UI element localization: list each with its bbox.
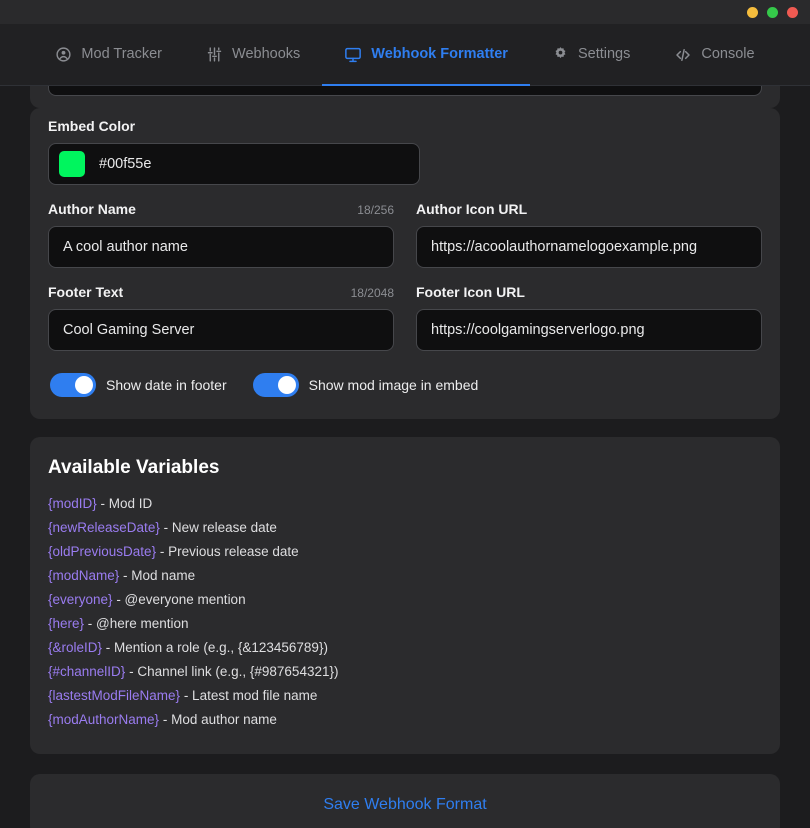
sliders-icon <box>206 46 223 63</box>
variable-item: {modID} - Mod ID <box>48 492 762 516</box>
variable-desc: - Mod name <box>119 568 196 583</box>
variable-name: {&roleID} <box>48 640 103 655</box>
author-icon-url-input[interactable] <box>416 226 762 268</box>
embed-color-label: Embed Color <box>48 118 136 134</box>
variable-name: {here} <box>48 616 85 631</box>
variable-item: {&roleID} - Mention a role (e.g., {&1234… <box>48 636 762 660</box>
variable-item: {here} - @here mention <box>48 612 762 636</box>
variable-name: {lastestModFileName} <box>48 688 181 703</box>
tab-label: Webhook Formatter <box>371 46 508 63</box>
window-close-button[interactable] <box>787 6 798 18</box>
footer-text-input[interactable] <box>48 309 394 351</box>
tab-label: Settings <box>577 46 631 63</box>
variable-item: {newReleaseDate} - New release date <box>48 516 762 540</box>
embed-color-value: #00f55e <box>99 156 152 172</box>
author-name-group: Author Name 18/256 <box>48 201 394 268</box>
tab-label: Console <box>701 46 755 63</box>
tab-webhook-formatter[interactable]: Webhook Formatter <box>322 24 530 86</box>
variable-item: {lastestModFileName} - Latest mod file n… <box>48 684 762 708</box>
code-brackets-icon <box>674 46 692 64</box>
tab-label: Webhooks <box>232 46 301 63</box>
variable-desc: - Latest mod file name <box>180 688 318 703</box>
variable-item: {modName} - Mod name <box>48 564 762 588</box>
scroll-content[interactable]: Embed Color #00f55e Author Name 18/256 A… <box>0 86 810 828</box>
variable-item: {everyone} - @everyone mention <box>48 588 762 612</box>
author-row: Author Name 18/256 Author Icon URL <box>48 201 762 268</box>
tab-settings[interactable]: Settings <box>530 24 652 85</box>
variable-desc: - Mod author name <box>159 712 277 727</box>
embed-color-group: Embed Color #00f55e <box>48 118 762 185</box>
variable-desc: - @everyone mention <box>112 592 246 607</box>
footer-icon-url-label: Footer Icon URL <box>416 284 525 300</box>
variable-name: {oldPreviousDate} <box>48 544 157 559</box>
variable-name: {#channelID} <box>48 664 126 679</box>
user-circle-icon <box>55 46 72 63</box>
toggle-label: Show date in footer <box>106 377 227 393</box>
message-content-input-partial[interactable] <box>48 86 762 96</box>
toggle-knob <box>75 376 93 394</box>
scrolled-off-field-card <box>30 86 780 108</box>
variable-desc: - New release date <box>159 520 277 535</box>
monitor-icon <box>344 46 362 64</box>
toggle-show-date-in-footer[interactable]: Show date in footer <box>50 373 227 397</box>
variable-desc: - Mention a role (e.g., {&123456789}) <box>102 640 328 655</box>
toggle-label: Show mod image in embed <box>308 377 479 393</box>
footer-icon-url-group: Footer Icon URL <box>416 284 762 351</box>
tab-mod-tracker[interactable]: Mod Tracker <box>33 24 184 85</box>
variable-name: {everyone} <box>48 592 113 607</box>
variable-item: {modAuthorName} - Mod author name <box>48 708 762 732</box>
footer-icon-url-input[interactable] <box>416 309 762 351</box>
variable-name: {modAuthorName} <box>48 712 160 727</box>
window-maximize-button[interactable] <box>767 6 778 18</box>
footer-text-counter: 18/2048 <box>350 286 394 300</box>
toggle-row: Show date in footer Show mod image in em… <box>48 373 762 397</box>
author-name-counter: 18/256 <box>357 203 394 217</box>
author-icon-url-label: Author Icon URL <box>416 201 528 217</box>
tab-console[interactable]: Console <box>652 24 776 85</box>
window-minimize-button[interactable] <box>747 6 758 18</box>
author-name-input[interactable] <box>48 226 394 268</box>
toggle-show-mod-image-in-embed[interactable]: Show mod image in embed <box>252 373 479 397</box>
color-swatch[interactable] <box>59 151 85 177</box>
available-variables-card: Available Variables {modID} - Mod ID {ne… <box>30 437 780 754</box>
main-navigation: Mod Tracker Webhooks Webhook Formatter S… <box>0 24 810 86</box>
available-variables-title: Available Variables <box>48 457 220 478</box>
variable-desc: - Channel link (e.g., {#987654321}) <box>125 664 339 679</box>
tab-label: Mod Tracker <box>81 46 163 63</box>
footer-text-group: Footer Text 18/2048 <box>48 284 394 351</box>
embed-settings-card: Embed Color #00f55e Author Name 18/256 A… <box>30 108 780 419</box>
save-webhook-format-button[interactable]: Save Webhook Format <box>323 796 486 814</box>
variable-desc: - Mod ID <box>96 496 153 511</box>
tab-webhooks[interactable]: Webhooks <box>184 24 322 85</box>
toggle-knob <box>277 376 296 394</box>
footer-text-label: Footer Text <box>48 284 124 300</box>
variable-name: {modID} <box>48 496 97 511</box>
variable-desc: - Previous release date <box>156 544 299 559</box>
embed-color-input[interactable]: #00f55e <box>48 143 420 185</box>
variable-item: {#channelID} - Channel link (e.g., {#987… <box>48 660 762 684</box>
author-icon-url-group: Author Icon URL <box>416 201 762 268</box>
gear-icon <box>552 46 569 63</box>
author-name-label: Author Name <box>48 201 136 217</box>
toggle-switch[interactable] <box>50 373 96 397</box>
variable-item: {oldPreviousDate} - Previous release dat… <box>48 540 762 564</box>
footer-row: Footer Text 18/2048 Footer Icon URL <box>48 284 762 351</box>
variable-desc: - @here mention <box>84 616 189 631</box>
window-titlebar <box>0 0 810 24</box>
save-card[interactable]: Save Webhook Format <box>30 774 780 828</box>
variable-name: {modName} <box>48 568 120 583</box>
toggle-switch[interactable] <box>252 373 299 397</box>
variable-name: {newReleaseDate} <box>48 520 160 535</box>
